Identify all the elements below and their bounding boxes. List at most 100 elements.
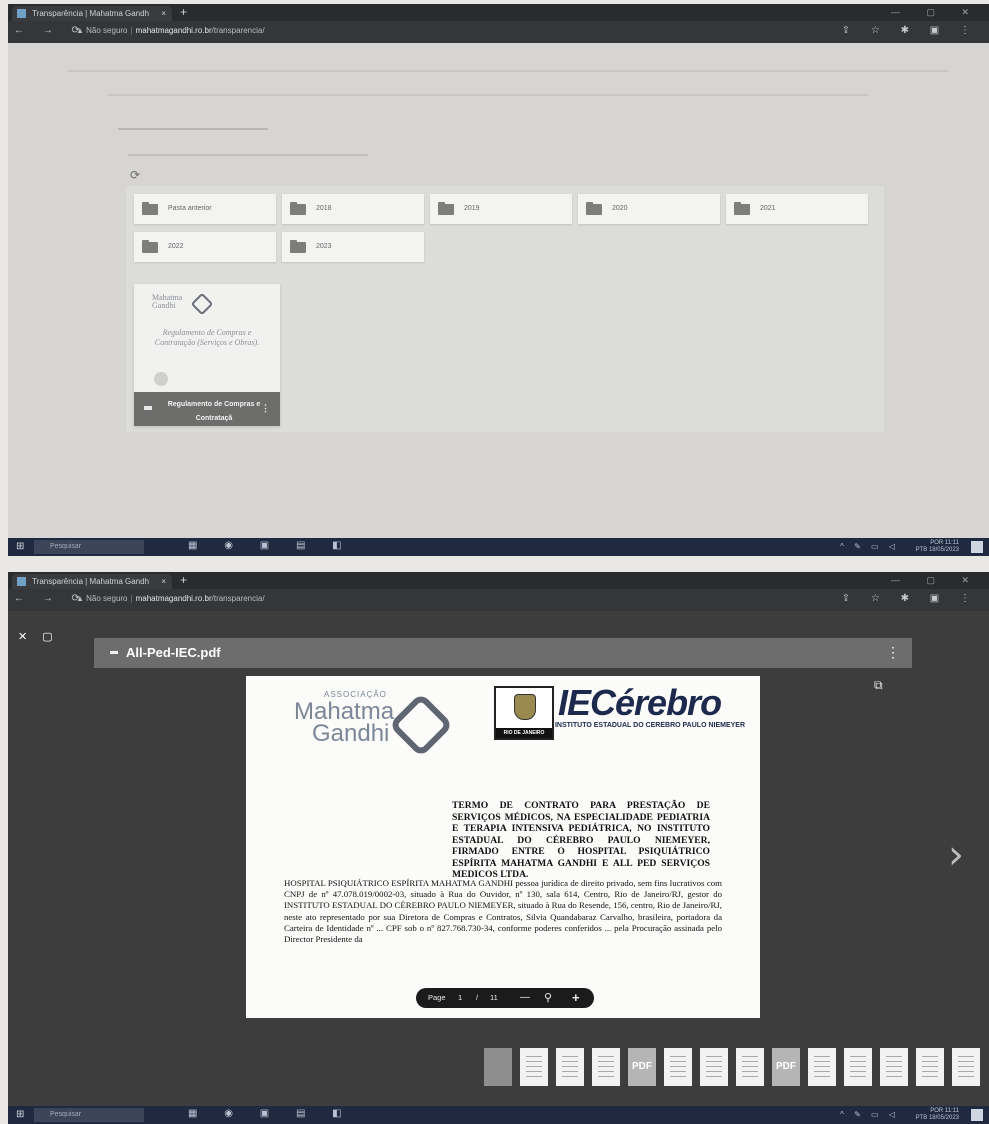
folder-item[interactable]: Pasta anterior — [134, 194, 276, 224]
more-options-icon[interactable]: ⋮ — [261, 403, 270, 414]
viewer-menu-icon[interactable]: ⋮ — [886, 644, 900, 661]
thumbnail-text-line — [850, 1061, 866, 1062]
file-thumbnail[interactable] — [520, 1048, 548, 1086]
thumbnail-text-line — [814, 1066, 830, 1067]
zoom-out-button[interactable]: — — [520, 988, 530, 1008]
thumbnail-text-line — [922, 1071, 938, 1072]
folder-item[interactable]: 2018 — [282, 194, 424, 224]
logo-gandhi-text: Gandhi — [312, 720, 390, 747]
thumbnail-text-line — [814, 1076, 830, 1077]
file-thumbnail[interactable] — [736, 1048, 764, 1086]
tray-clock[interactable]: POR 11:11 PTB 18/05/2023 — [916, 540, 959, 554]
thumbnail-text-line — [958, 1071, 974, 1072]
browser-toolbar-icons[interactable]: ⇪ ☆ ✱ ▣ ⋮ — [842, 25, 979, 36]
blurred-section-title — [128, 154, 368, 156]
windows-taskbar: ⊞ Pesquisar ▦ ◉ ▣ ▤ ◧ ^ ✎ ▭ ◁ POR 11:11 P… — [8, 538, 989, 556]
folder-item[interactable]: 2020 — [578, 194, 720, 224]
thumbnail-text-line — [526, 1061, 542, 1062]
file-thumbnail[interactable] — [664, 1048, 692, 1086]
document-caption-bar[interactable]: Regulamento de Compras e Contrataçã ⋮ — [134, 392, 280, 426]
folder-label: Pasta anterior — [168, 205, 212, 212]
file-thumbnail[interactable] — [952, 1048, 980, 1086]
tab-title: Transparência | Mahatma Gandh — [32, 9, 150, 18]
notification-icon[interactable] — [971, 1109, 983, 1121]
url-field[interactable]: ▲ Não seguro | mahatmagandhi.ro.br/transpa… — [76, 594, 265, 603]
tray-icons[interactable]: ^ ✎ ▭ ◁ — [840, 1110, 899, 1119]
page-controls: Page 1 / 11 — ⚲ + — [416, 988, 594, 1008]
url-path: /transparencia/ — [211, 26, 265, 35]
notification-icon[interactable] — [971, 541, 983, 553]
folder-label: 2020 — [612, 205, 628, 212]
browser-tab[interactable]: Transparência | Mahatma Gandh × — [12, 574, 172, 589]
taskbar-app-icons[interactable]: ▦ ◉ ▣ ▤ ◧ — [188, 540, 354, 551]
folder-item[interactable]: 2019 — [430, 194, 572, 224]
windows-start-icon[interactable]: ⊞ — [16, 1110, 26, 1120]
taskbar-app-icons[interactable]: ▦ ◉ ▣ ▤ ◧ — [188, 1108, 354, 1119]
thumbnail-text-line — [922, 1076, 938, 1077]
window-controls[interactable]: — ▢ ✕ — [891, 572, 981, 589]
tab-close-icon[interactable]: × — [161, 574, 166, 589]
tray-clock[interactable]: POR 11:11 PTB 18/05/2023 — [916, 1108, 959, 1122]
browser-toolbar-icons[interactable]: ⇪ ☆ ✱ ▣ ⋮ — [842, 593, 979, 604]
browser-tab[interactable]: Transparência | Mahatma Gandh × — [12, 6, 172, 21]
thumbnail-text-line — [742, 1061, 758, 1062]
new-tab-button[interactable]: + — [180, 4, 187, 21]
folder-item[interactable]: 2022 — [134, 232, 276, 262]
tray-lang2: PTB — [915, 1115, 928, 1121]
thumbnail-text-line — [886, 1061, 902, 1062]
thumbnail-text-line — [706, 1056, 722, 1057]
zoom-in-button[interactable]: + — [572, 988, 580, 1008]
thumbnail-text-line — [958, 1076, 974, 1077]
blurred-breadcrumb — [118, 128, 268, 130]
new-tab-button[interactable]: + — [180, 572, 187, 589]
screenshot-pdf-viewer: Transparência | Mahatma Gandh × + — ▢ ✕ … — [8, 572, 989, 1124]
thumbnail-text-line — [598, 1061, 614, 1062]
thumbnail-text-line — [742, 1071, 758, 1072]
logo-knot-icon — [190, 292, 214, 316]
thumbnail-text-line — [922, 1056, 938, 1057]
pdf-file-icon — [144, 406, 152, 410]
windows-taskbar: ⊞ Pesquisar ▦ ◉ ▣ ▤ ◧ ^ ✎ ▭ ◁ POR 11:11 P… — [8, 1106, 989, 1124]
taskbar-search[interactable]: Pesquisar — [34, 540, 144, 554]
taskbar-search[interactable]: Pesquisar — [34, 1108, 144, 1122]
file-thumbnail[interactable]: PDF — [628, 1048, 656, 1086]
page-current[interactable]: 1 — [458, 988, 462, 1008]
folder-item[interactable]: 2021 — [726, 194, 868, 224]
windows-start-icon[interactable]: ⊞ — [16, 542, 26, 552]
tray-lang2: PTB — [915, 547, 928, 553]
open-external-icon[interactable]: ⧉ — [874, 678, 883, 693]
next-file-arrow-icon[interactable]: › — [948, 832, 964, 878]
folder-item[interactable]: 2023 — [282, 232, 424, 262]
file-thumbnail[interactable]: PDF — [772, 1048, 800, 1086]
rj-label: RIO DE JANEIRO — [496, 728, 552, 738]
tray-icons[interactable]: ^ ✎ ▭ ◁ — [840, 542, 899, 551]
file-thumbnail[interactable] — [880, 1048, 908, 1086]
thumbnail-text-line — [922, 1066, 938, 1067]
file-thumbnail[interactable] — [844, 1048, 872, 1086]
url-path: /transparencia/ — [211, 594, 265, 603]
file-thumbnail[interactable] — [916, 1048, 944, 1086]
pdf-file-name: All-Ped-IEC.pdf — [126, 645, 221, 660]
url-field[interactable]: ▲ Não seguro | mahatmagandhi.ro.br/transpa… — [76, 26, 265, 35]
file-thumbnail[interactable] — [700, 1048, 728, 1086]
file-thumbnail[interactable] — [556, 1048, 584, 1086]
pdf-page: ASSOCIAÇÃO Mahatma Gandhi RIO DE JANEIRO… — [246, 676, 760, 1018]
viewer-close-icon[interactable]: ✕ ▢ — [18, 630, 59, 643]
thumbnail-text-line — [670, 1066, 686, 1067]
thumbnail-text-line — [526, 1076, 542, 1077]
folder-icon — [142, 202, 158, 215]
file-thumbnail[interactable] — [808, 1048, 836, 1086]
page-label: Page — [428, 993, 446, 1002]
window-controls[interactable]: — ▢ ✕ — [891, 4, 981, 21]
thumbnail-text-line — [562, 1066, 578, 1067]
thumbnail-text-line — [598, 1076, 614, 1077]
thumbnail-text-line — [958, 1061, 974, 1062]
tray-time: 11:11 — [944, 1108, 959, 1114]
document-cover-title: Regulamento de Compras e Contratação (Se… — [154, 328, 260, 347]
address-bar: ← → ⟳ ▲ Não seguro | mahatmagandhi.ro.br/t… — [8, 589, 989, 611]
folder-icon — [290, 202, 306, 215]
refresh-icon[interactable]: ⟳ — [130, 168, 140, 182]
file-thumbnail[interactable] — [592, 1048, 620, 1086]
tab-close-icon[interactable]: × — [161, 6, 166, 21]
file-thumbnail[interactable] — [484, 1048, 512, 1086]
